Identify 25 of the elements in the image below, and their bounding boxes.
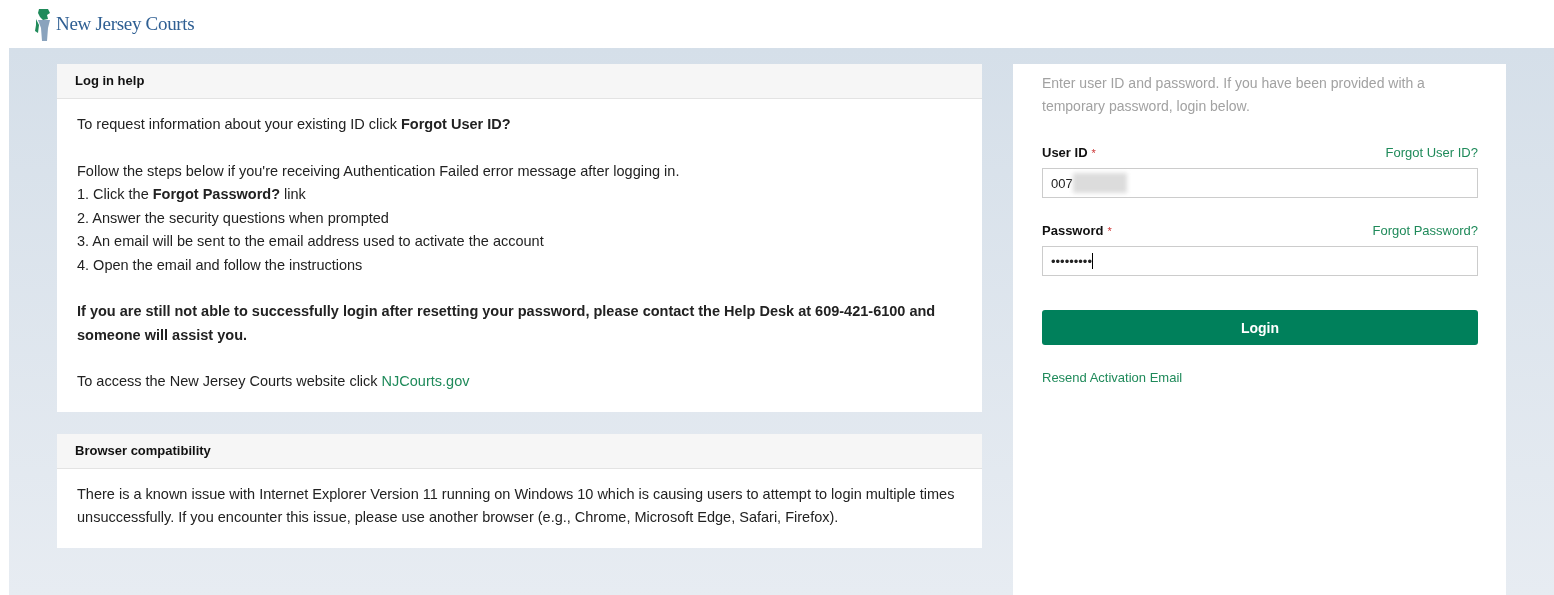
forgot-link[interactable]: Forgot User ID?: [1385, 145, 1478, 160]
forgot-link[interactable]: Forgot Password?: [1372, 223, 1478, 238]
website-link[interactable]: NJCourts.gov: [381, 373, 470, 389]
help-text: To access the New Jersey Courts website click NJCourts.gov: [77, 373, 470, 389]
field-label: Password *: [1042, 222, 1112, 238]
logo-text: New Jersey Courts: [56, 13, 195, 35]
help-text: 1. Click the Forgot Password? link: [77, 186, 306, 202]
card-title: Browser compatibility: [57, 433, 982, 469]
card-title: Log in help: [57, 64, 982, 99]
help-text: 4. Open the email and follow the instructions: [77, 256, 363, 273]
field-label: User ID *: [1042, 144, 1096, 160]
help-text: There is a known issue with Internet Explorer Version 11 running on Windows 10 which is causing users to attempt to login multiple times unsuccessfully. If you encounter this issue, please use another browser (e.g., Chrome, Microsoft Edge, Safari, Firefox).: [77, 485, 955, 525]
login-button[interactable]: Login: [1042, 310, 1478, 345]
intro-text: Enter user ID and password. If you have been provided with a temporary password, login below.: [1042, 74, 1426, 116]
text-cursor: [1091, 253, 1093, 269]
help-text: 3. An email will be sent to the email address used to activate the account: [77, 233, 544, 249]
help-text: To request information about your existing ID click Forgot User ID?: [77, 116, 511, 132]
input-field[interactable]: •••••••••: [1042, 246, 1478, 276]
redacted-block: [1072, 173, 1127, 193]
resend-link[interactable]: Resend Activation Email: [1042, 370, 1183, 385]
help-text: Follow the steps below if you're receiving Authentication Failed error message after logging in.: [77, 162, 680, 179]
help-text: 2. Answer the security questions when prompted: [77, 209, 389, 226]
courts-logo[interactable]: New Jersey Courts: [34, 7, 195, 41]
input-field[interactable]: 007: [1042, 168, 1478, 198]
help-text: If you are still not able to successfully login after resetting your password, please contact the Help Desk at 609-421-6100 and someone will assist you.: [77, 303, 936, 343]
